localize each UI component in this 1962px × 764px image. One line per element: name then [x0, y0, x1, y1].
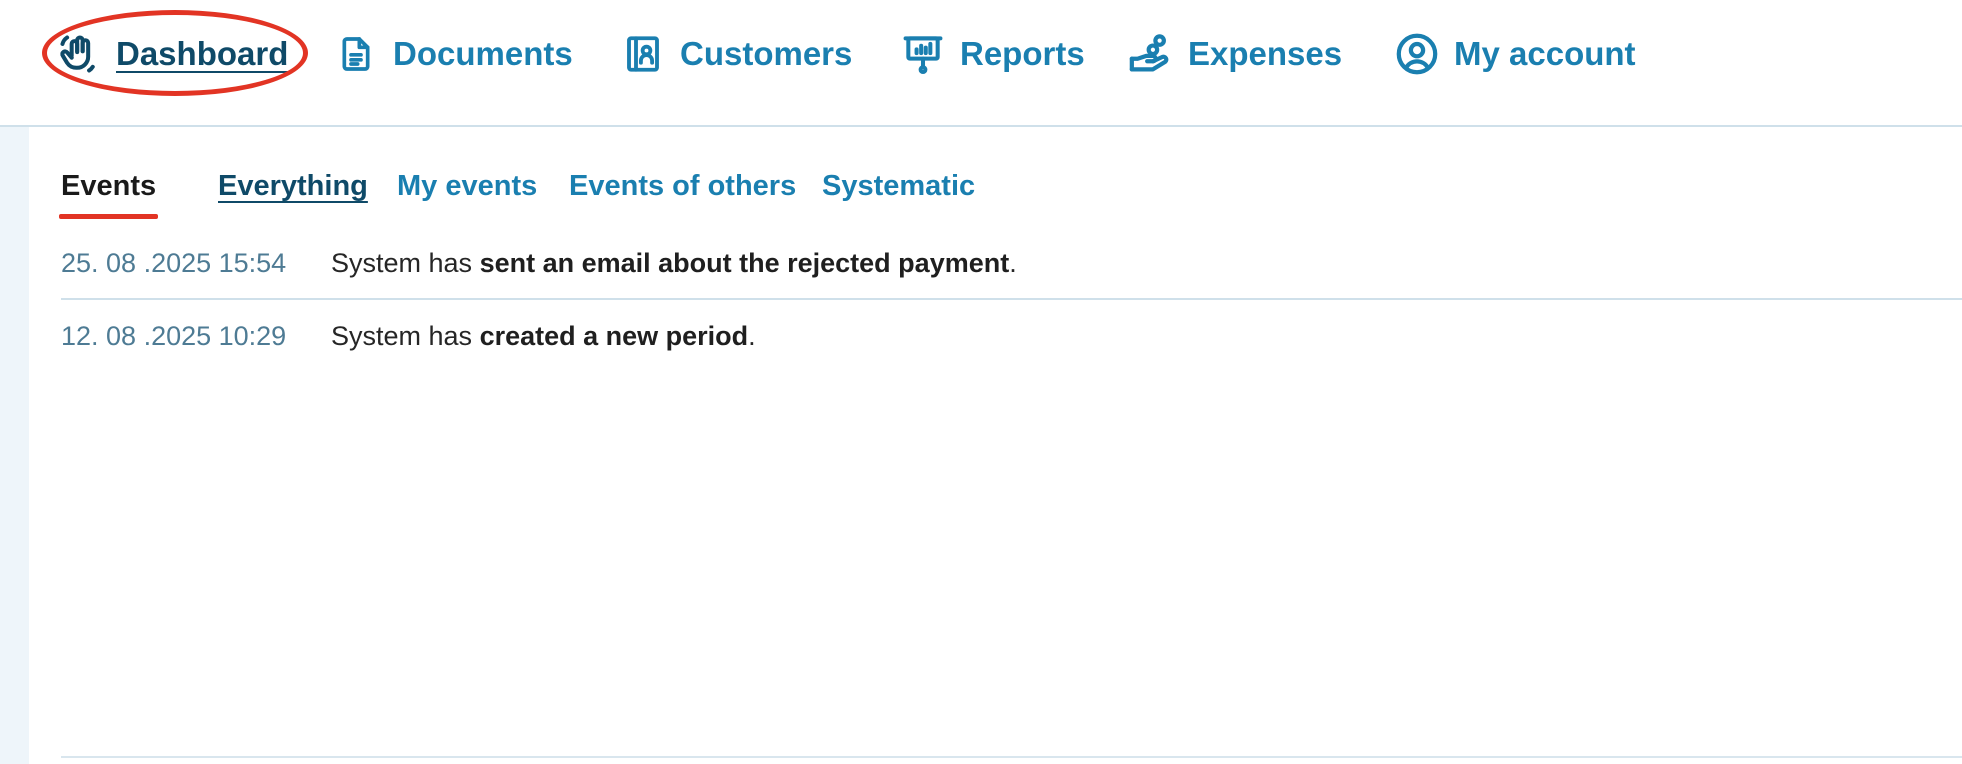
events-heading: Events: [59, 170, 159, 219]
nav-label: Reports: [960, 35, 1085, 72]
event-suffix: .: [748, 320, 756, 351]
event-timestamp: 12. 08 .2025 10:29: [61, 320, 287, 351]
tab-systematic[interactable]: Systematic: [822, 170, 975, 203]
contact-book-icon: [620, 31, 666, 77]
events-heading-label: Events: [61, 170, 157, 202]
event-action: created a new period: [479, 320, 749, 351]
left-sidebar-strip: [0, 127, 29, 764]
tab-everything[interactable]: Everything: [218, 170, 368, 203]
nav-item-documents[interactable]: Documents: [333, 26, 573, 82]
event-action: sent an email about the rejected payment: [479, 247, 1010, 278]
presentation-board-icon: [900, 31, 946, 77]
tab-my-events[interactable]: My events: [397, 170, 537, 203]
nav-label: Dashboard: [116, 35, 289, 72]
hand-coins-icon: [1128, 31, 1174, 77]
event-prefix: System has: [331, 247, 480, 278]
user-circle-icon: [1394, 31, 1440, 77]
nav-label: Documents: [393, 35, 573, 72]
event-description: System has created a new period.: [331, 321, 756, 352]
nav-item-dashboard[interactable]: Dashboard: [56, 26, 288, 82]
event-row: 12. 08 .2025 10:29 System has created a …: [61, 300, 1962, 372]
nav-item-customers[interactable]: Customers: [620, 26, 852, 82]
nav-label: Customers: [680, 35, 853, 72]
event-description: System has sent an email about the rejec…: [331, 248, 1017, 279]
top-navigation: Dashboard Documents Customers Reports Ex…: [0, 0, 1962, 127]
document-icon: [333, 31, 379, 77]
tab-events-of-others[interactable]: Events of others: [569, 170, 796, 203]
nav-label: Expenses: [1188, 35, 1343, 72]
events-heading-underline: [59, 214, 159, 219]
event-prefix: System has: [331, 320, 480, 351]
nav-item-reports[interactable]: Reports: [900, 26, 1085, 82]
event-suffix: .: [1009, 247, 1017, 278]
nav-item-my-account[interactable]: My account: [1394, 26, 1636, 82]
event-row: 25. 08 .2025 15:54 System has sent an em…: [61, 228, 1962, 300]
waving-hand-icon: [56, 31, 102, 77]
panel-bottom-divider: [61, 756, 1962, 758]
nav-label: My account: [1454, 35, 1636, 72]
event-timestamp: 25. 08 .2025 15:54: [61, 247, 287, 278]
nav-item-expenses[interactable]: Expenses: [1128, 26, 1342, 82]
